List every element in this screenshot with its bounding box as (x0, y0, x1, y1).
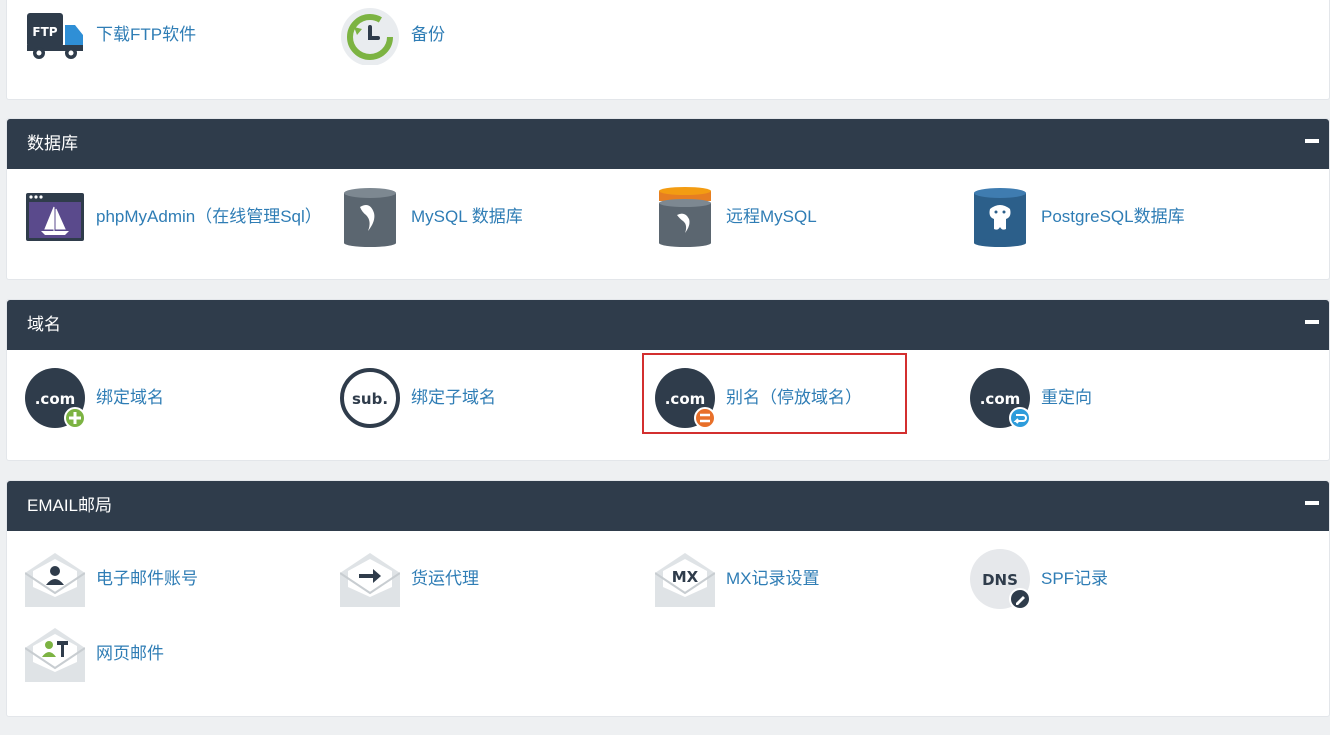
webmail-icon (24, 624, 86, 684)
remote-mysql-item[interactable]: 远程MySQL (655, 185, 915, 249)
download-ftp-label: 下载FTP软件 (96, 25, 197, 44)
parked-domain-label: 别名（停放域名） (726, 388, 862, 407)
webmail-item[interactable]: 网页邮件 (24, 622, 285, 686)
parked-domain-item[interactable]: .com 别名（停放域名） (655, 366, 915, 430)
remote-mysql-label: 远程MySQL (726, 207, 817, 226)
webmail-label: 网页邮件 (96, 644, 164, 663)
database-panel-header[interactable]: 数据库 (7, 119, 1329, 169)
mysql-database-label: MySQL 数据库 (411, 207, 523, 226)
subdomain-label: 绑定子域名 (411, 388, 496, 407)
forwarder-item[interactable]: 货运代理 (339, 547, 600, 611)
svg-text:.com: .com (665, 390, 706, 408)
subdomain-item[interactable]: sub. 绑定子域名 (340, 366, 600, 430)
svg-text:.com: .com (35, 390, 76, 408)
domain-panel-header[interactable]: 域名 (7, 300, 1329, 350)
email-account-label: 电子邮件账号 (96, 569, 198, 588)
backup-item[interactable]: 备份 (340, 3, 540, 67)
backup-label: 备份 (411, 25, 445, 44)
email-panel: EMAIL邮局 电子邮件账号 货运代理 MX MX记录设置 DNS SPF记录 … (6, 480, 1330, 717)
forwarder-icon (339, 549, 401, 609)
postgresql-label: PostgreSQL数据库 (1041, 207, 1185, 226)
phpmyadmin-icon (25, 187, 85, 247)
phpmyadmin-label: phpMyAdmin（在线管理Sql） (96, 207, 322, 226)
mysql-database-icon (340, 187, 400, 247)
subdomain-icon: sub. (340, 368, 400, 428)
spf-record-item[interactable]: DNS SPF记录 (970, 547, 1230, 611)
remote-mysql-icon (655, 187, 715, 247)
collapse-minus-icon[interactable] (1305, 320, 1319, 324)
svg-text:DNS: DNS (982, 571, 1018, 589)
email-panel-header[interactable]: EMAIL邮局 (7, 481, 1329, 531)
postgresql-item[interactable]: PostgreSQL数据库 (970, 185, 1270, 249)
addon-domain-icon: .com (25, 368, 86, 429)
email-account-icon (24, 549, 86, 609)
collapse-minus-icon[interactable] (1305, 501, 1319, 505)
database-panel-title: 数据库 (27, 134, 78, 153)
redirect-item[interactable]: .com 重定向 (970, 366, 1230, 430)
svg-text:sub.: sub. (352, 390, 388, 408)
svg-text:FTP: FTP (32, 25, 57, 39)
email-account-item[interactable]: 电子邮件账号 (24, 547, 285, 611)
domain-panel-title: 域名 (27, 315, 61, 334)
email-panel-title: EMAIL邮局 (27, 496, 113, 515)
mx-record-icon: MX (654, 549, 716, 609)
phpmyadmin-item[interactable]: phpMyAdmin（在线管理Sql） (25, 185, 335, 249)
files-panel: FTP 下载FTP软件 备份 (6, 0, 1330, 100)
svg-text:.com: .com (980, 390, 1021, 408)
ftp-truck-icon: FTP (25, 5, 85, 65)
mx-record-item[interactable]: MX MX记录设置 (654, 547, 915, 611)
forwarder-label: 货运代理 (411, 569, 479, 588)
postgresql-icon (970, 187, 1030, 247)
backup-clock-icon (340, 5, 400, 66)
redirect-icon: .com (970, 368, 1031, 429)
parked-domain-icon: .com (655, 368, 716, 429)
mysql-database-item[interactable]: MySQL 数据库 (340, 185, 600, 249)
redirect-label: 重定向 (1041, 388, 1092, 407)
svg-text:MX: MX (672, 568, 699, 586)
spf-dns-icon: DNS (970, 549, 1031, 610)
mx-record-label: MX记录设置 (726, 569, 820, 588)
database-panel: 数据库 phpMyAdmin（在线管理Sql） MySQL 数据库 远程MySQ… (6, 118, 1330, 280)
addon-domain-item[interactable]: .com 绑定域名 (25, 366, 285, 430)
download-ftp-item[interactable]: FTP 下载FTP软件 (25, 3, 285, 67)
addon-domain-label: 绑定域名 (96, 388, 164, 407)
spf-record-label: SPF记录 (1041, 569, 1109, 588)
domain-panel: 域名 .com 绑定域名 sub. 绑定子域名 .com 别名（停放域名） .c… (6, 299, 1330, 461)
collapse-minus-icon[interactable] (1305, 139, 1319, 143)
